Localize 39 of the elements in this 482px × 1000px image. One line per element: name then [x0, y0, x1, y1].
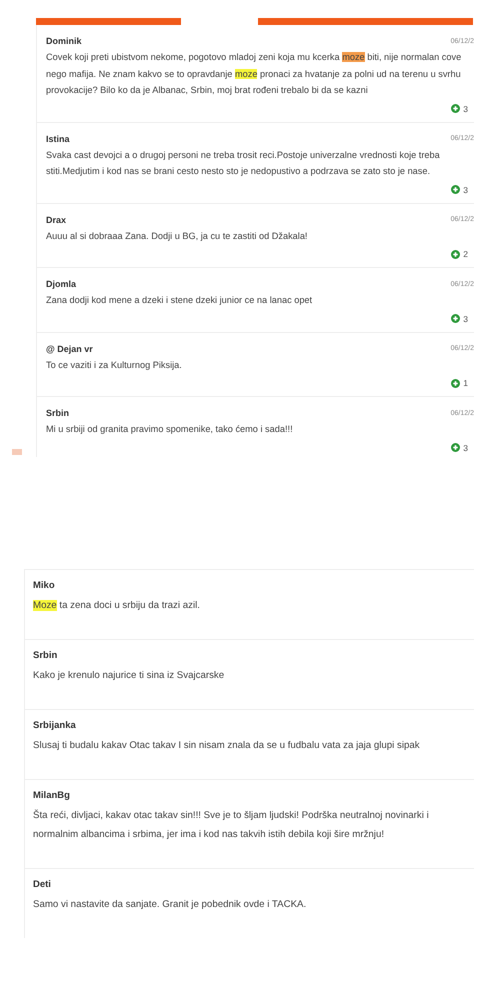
comment-text: To ce vaziti i za Kulturnog Piksija.: [46, 358, 183, 372]
comment-author: Djomla: [46, 279, 76, 289]
scroll-marker: [12, 449, 22, 455]
comment-text: Mi u srbiji od granita pravimo spomenike, tako ćemo i sada!!!: [46, 423, 294, 436]
comment-text: Slusaj ti budalu kakav Otac takav I sin nisam znala da se u fudbalu vata za jaja glupi sipak: [33, 739, 421, 753]
comment-text: Svaka cast devojci a o drugoj personi ne treba trosit reci.Postoje univerzalne vrednosti koje treba: [46, 148, 441, 162]
upvote-icon[interactable]: [451, 378, 460, 388]
comment-text: Samo vi nastavite da sanjate. Granit je pobednik ovde i TACKA.: [33, 898, 308, 912]
upvote-icon[interactable]: [451, 250, 460, 258]
comment-text: Covek koji preti ubistvom nekome, pogotovo mladoj zeni koja mu kcerka moze biti, nije normalan cove: [46, 51, 462, 64]
upvote-icon[interactable]: [451, 443, 460, 452]
comment-text: normalnim albancima i srbima, jer ima i kod nas takvih istih debila koji šire mržnju!: [33, 828, 386, 842]
comment-author: MilanBg: [33, 789, 71, 803]
comment-author: Srbin: [46, 408, 70, 418]
upvote-icon[interactable]: [451, 104, 460, 113]
comment-text: Auuu al si dobraaa Zana. Dodji u BG, ja cu te zastiti od Džakala!: [46, 230, 308, 243]
vote-count: 3: [463, 442, 468, 452]
comment-author: Drax: [46, 214, 66, 224]
comment-text: Moze ta zena doci u srbiju da trazi azil.: [33, 599, 201, 613]
comment-text: Kako je krenulo najurice ti sina iz Svajcarske: [33, 669, 226, 683]
upvote-icon[interactable]: [451, 185, 460, 194]
vote-count: 1: [463, 378, 468, 388]
vote-count: 3: [463, 184, 468, 194]
vote-count: 3: [463, 314, 468, 324]
comment-author: Istina: [46, 134, 70, 144]
upvote-icon[interactable]: [451, 314, 460, 323]
vote-count: 2: [463, 249, 468, 259]
comment-author: Srbin: [33, 649, 58, 663]
comment-text: Zana dodji kod mene a dzeki i stene dzeki junior ce na lanac opet: [46, 294, 314, 307]
comment-text: nego mafija. Ne znam kakvo se to opravdanje moze pronaci za hvatanje za polni ud na terenu u svrhu: [46, 68, 462, 81]
comment-author: Dominik: [46, 36, 82, 46]
comment-text: stiti.Medjutim i kod nas se brani cesto nesto sto je nedopustivo a podrzava se zato sto je nase.: [46, 165, 432, 178]
comment-author: Miko: [33, 579, 56, 593]
vote-count: 3: [463, 104, 468, 114]
comment-author: @ Dejan vr: [46, 344, 93, 354]
comment-author: Srbijanka: [33, 719, 77, 733]
comment-text: Šta reći, divljaci, kakav otac takav sin!!! Sve je to šljam ljudski! Podrška neutralnoj novinarki i: [33, 808, 430, 823]
comment-author: Deti: [33, 878, 52, 892]
comment-text: provokacije? Bilo ko da je Albanac, Srbin, moj brat rođeni trebalo bi da se kazni: [46, 84, 369, 97]
